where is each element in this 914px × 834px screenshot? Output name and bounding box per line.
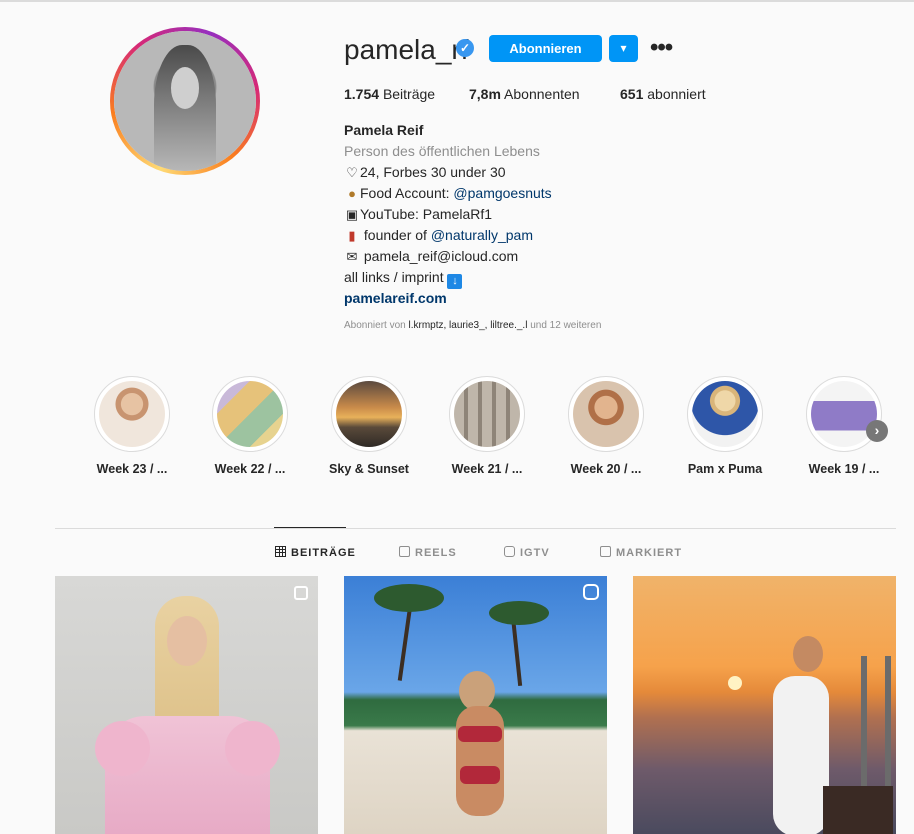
suggestions-dropdown-button[interactable]: ▾ (609, 35, 638, 62)
food-account-link[interactable]: @pamgoesnuts (453, 185, 551, 201)
tab-posts[interactable]: BEITRÄGE (275, 546, 356, 559)
tagged-icon (600, 546, 611, 557)
posts-count: 1.754 (344, 86, 380, 102)
highlight-label: Week 23 / ... (96, 462, 168, 476)
top-border (0, 0, 914, 2)
followers-label: Abonnenten (504, 86, 580, 102)
more-options-icon[interactable]: ••• (650, 36, 673, 60)
post-thumbnail[interactable] (344, 576, 607, 834)
active-tab-indicator (274, 527, 346, 528)
followed-by-suffix: und 12 weiteren (527, 320, 602, 331)
username: pamela_rf (344, 34, 469, 65)
posts-label: Beiträge (382, 86, 436, 102)
bottle-icon: ▮ (348, 228, 356, 243)
followed-by-prefix: Abonniert von (344, 320, 409, 331)
heart-icon: ♡ (346, 165, 358, 180)
bio-links-text: all links / imprint (344, 269, 444, 285)
avatar-photo (114, 31, 256, 171)
following-stat[interactable]: 651 abonniert (620, 86, 706, 102)
down-arrow-icon: ↓ (447, 274, 463, 289)
profile-full-name: Pamela Reif (344, 122, 424, 138)
highlight-sky-sunset[interactable]: Sky & Sunset (328, 376, 410, 476)
bio-forbes-text: 24, Forbes 30 under 30 (360, 164, 506, 180)
followed-by[interactable]: Abonniert von l.krmptz, laurie3_, liltre… (344, 320, 601, 331)
highlight-week-21[interactable]: Week 21 / ... (446, 376, 528, 476)
peanut-icon: ● (348, 186, 356, 201)
bio-line-youtube: ▣ YouTube: PamelaRf1 (344, 206, 492, 223)
tab-tagged-label: MARKIERT (616, 547, 683, 559)
profile-category: Person des öffentlichen Lebens (344, 143, 540, 159)
bio-line-forbes: ♡ 24, Forbes 30 under 30 (344, 164, 506, 181)
reels-icon (399, 546, 410, 557)
post-thumbnail[interactable] (55, 576, 318, 834)
follow-button[interactable]: Abonnieren (489, 35, 602, 62)
envelope-icon: ✉ (346, 249, 358, 264)
bio-youtube-text: YouTube: PamelaRf1 (360, 206, 493, 222)
highlight-label: Week 21 / ... (451, 462, 523, 476)
bio-founder-text: founder of (363, 227, 431, 243)
highlight-label: Week 20 / ... (570, 462, 642, 476)
followers-stat[interactable]: 7,8m Abonnenten (469, 86, 580, 102)
highlight-label: Week 22 / ... (214, 462, 286, 476)
following-count: 651 (620, 86, 644, 102)
highlight-pam-puma[interactable]: Pam x Puma (684, 376, 766, 476)
bio-email-text: pamela_reif@icloud.com (363, 248, 519, 264)
naturally-pam-link[interactable]: @naturally_pam (431, 227, 533, 243)
tab-igtv[interactable]: IGTV (504, 546, 550, 559)
tv-icon: ▣ (345, 207, 359, 222)
posts-stat: 1.754 Beiträge (344, 86, 435, 102)
bio-line-food: ● Food Account: @pamgoesnuts (344, 185, 552, 201)
highlight-week-23[interactable]: Week 23 / ... (91, 376, 173, 476)
followed-by-names: l.krmptz, laurie3_, liltree._.l (408, 320, 528, 331)
website-link[interactable]: pamelareif.com (344, 290, 447, 306)
reel-badge-icon (583, 584, 599, 600)
tab-igtv-label: IGTV (520, 547, 550, 559)
bio-line-links: all links / imprint ↓ (344, 269, 463, 289)
post-thumbnail[interactable] (633, 576, 896, 834)
bio-food-text: Food Account: (360, 185, 454, 201)
chevron-down-icon: ▾ (620, 41, 627, 55)
verified-badge-icon: ✓ (456, 39, 474, 57)
highlight-week-20[interactable]: Week 20 / ... (565, 376, 647, 476)
tab-reels[interactable]: REELS (399, 546, 457, 559)
followers-count: 7,8m (469, 86, 501, 102)
igtv-icon (504, 546, 515, 557)
profile-avatar[interactable] (110, 27, 260, 175)
grid-icon (275, 546, 286, 557)
carousel-icon (294, 586, 308, 600)
bio-line-email: ✉ pamela_reif@icloud.com (344, 248, 519, 265)
tab-tagged[interactable]: MARKIERT (600, 546, 682, 559)
tab-reels-label: REELS (415, 547, 457, 559)
tabs-divider (55, 528, 896, 529)
tab-posts-label: BEITRÄGE (291, 547, 356, 559)
highlight-label: Sky & Sunset (329, 462, 409, 476)
highlight-label: Pam x Puma (687, 462, 763, 476)
chevron-right-icon[interactable]: › (866, 420, 888, 442)
highlight-week-22[interactable]: Week 22 / ... (209, 376, 291, 476)
following-label: abonniert (647, 86, 706, 102)
bio-line-founder: ▮ founder of @naturally_pam (344, 227, 533, 244)
highlight-label: Week 19 / ... (808, 462, 880, 476)
